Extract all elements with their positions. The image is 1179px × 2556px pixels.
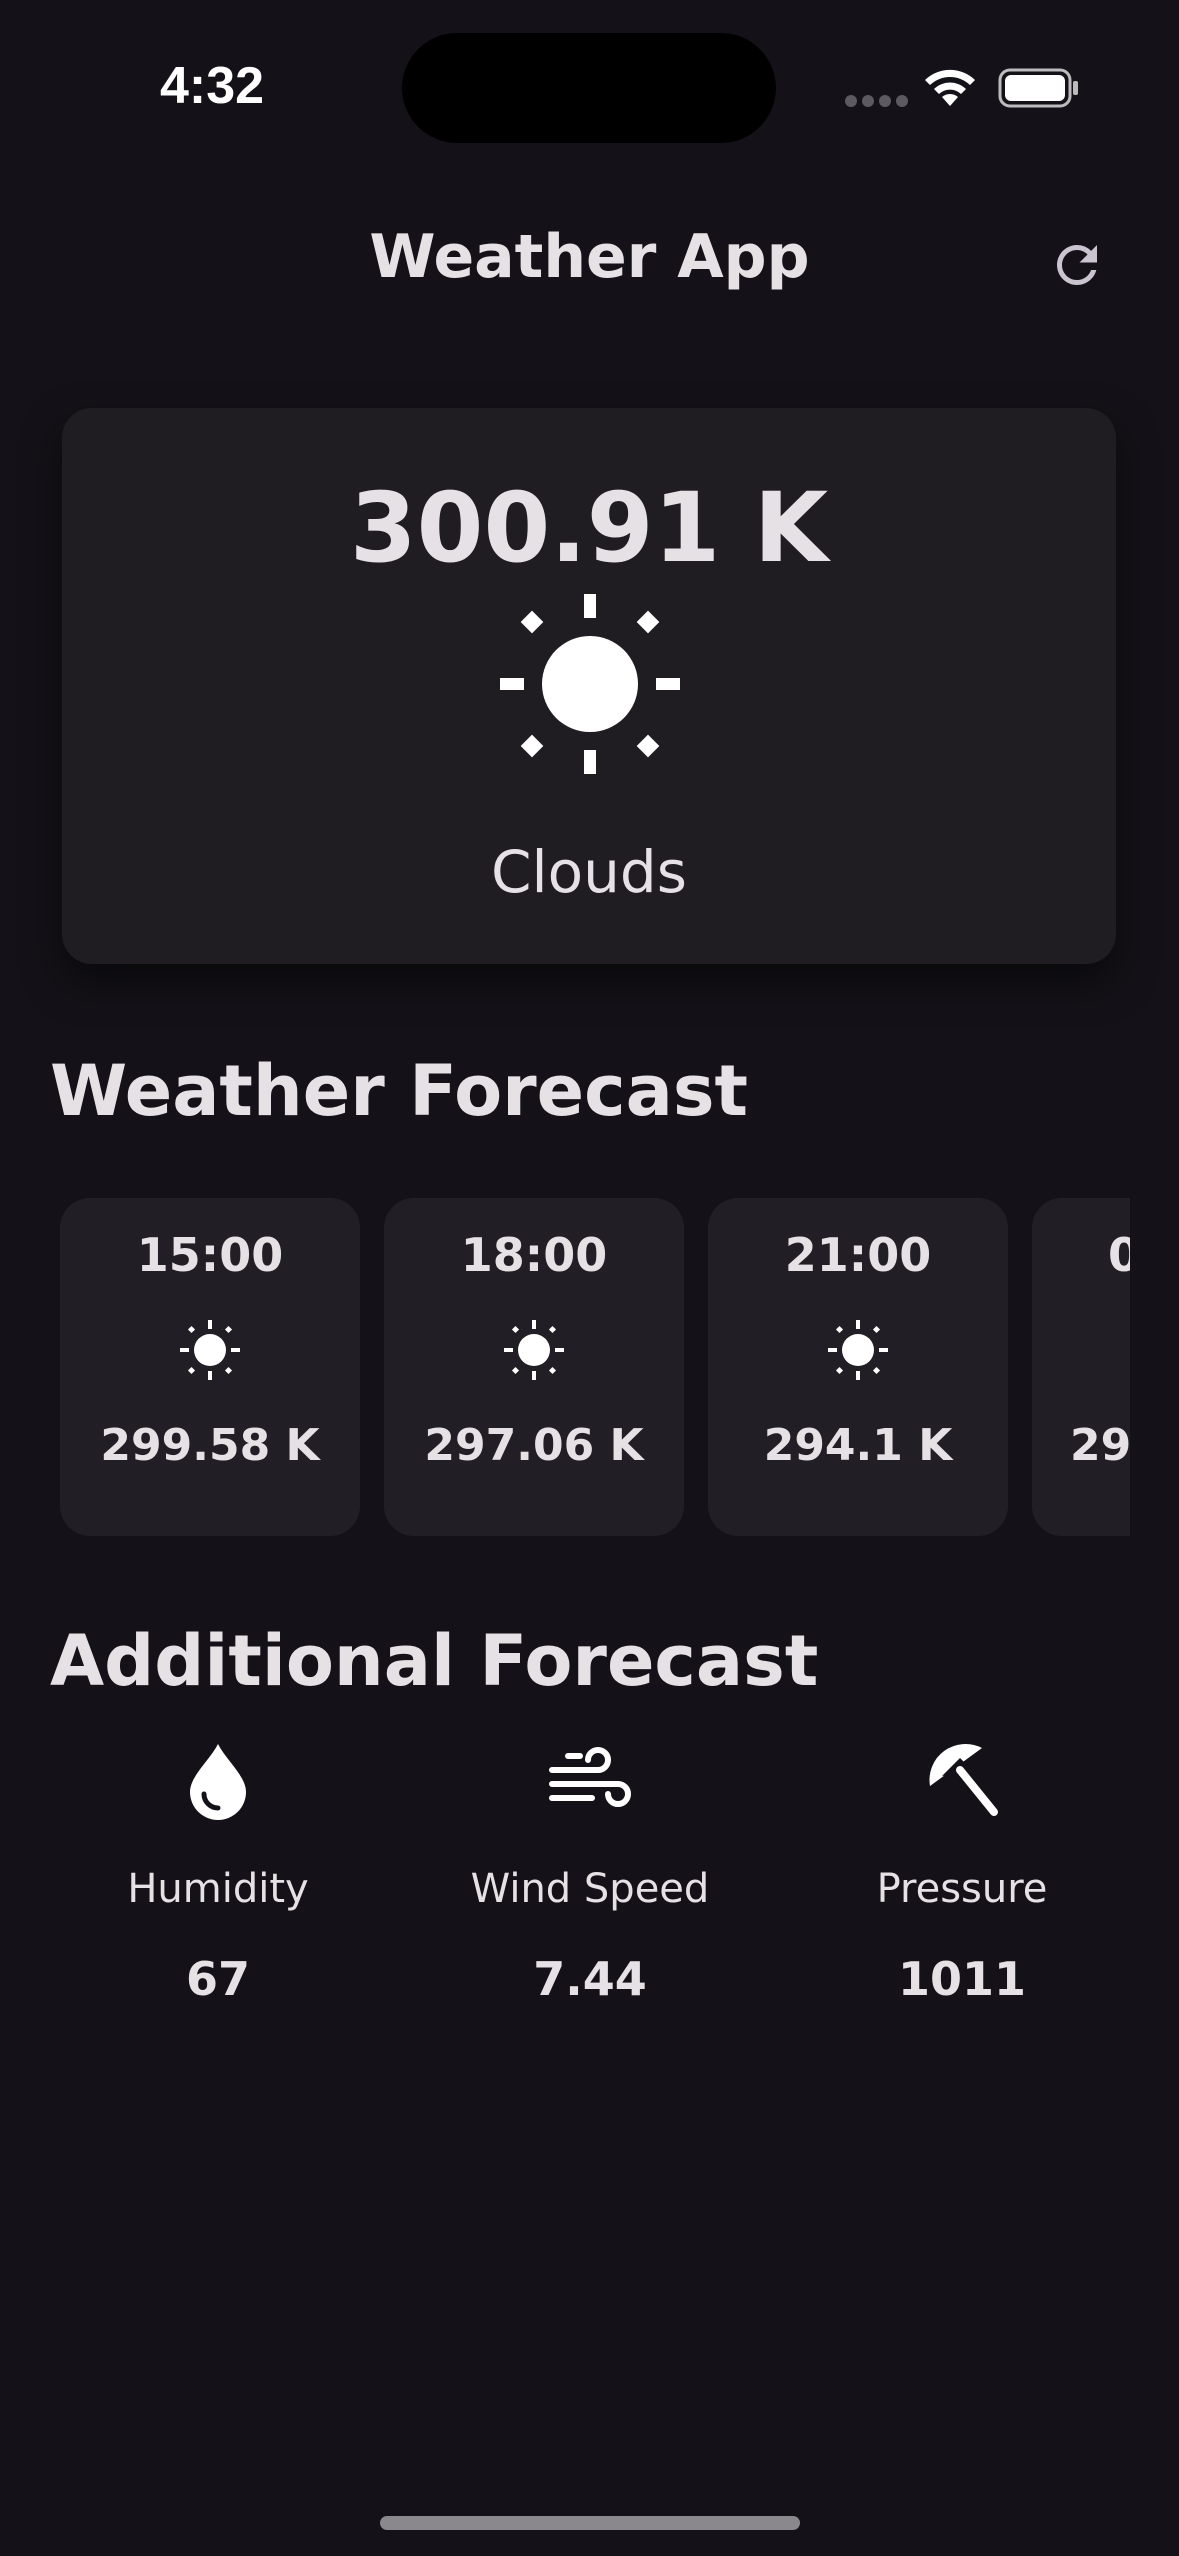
forecast-time: 21:00 xyxy=(784,1228,932,1282)
humidity-label: Humidity xyxy=(127,1866,309,1912)
current-temperature: 300.91 K xyxy=(349,472,829,584)
beach-umbrella-icon xyxy=(929,1743,998,1816)
refresh-button[interactable] xyxy=(1040,228,1114,302)
cellular-icon xyxy=(845,95,908,109)
pressure-item: Pressure 1011 xyxy=(802,1740,1122,2020)
battery-icon xyxy=(998,68,1078,108)
wind-speed-item: Wind Speed 7.44 xyxy=(430,1740,750,2020)
humidity-value: 67 xyxy=(185,1952,250,2006)
pressure-value: 1011 xyxy=(897,1952,1027,2006)
forecast-time: 0 xyxy=(1108,1228,1130,1282)
sun-icon xyxy=(828,1320,888,1380)
forecast-card[interactable]: 21:00 294.1 K xyxy=(708,1198,1008,1536)
wind-speed-value: 7.44 xyxy=(533,1952,647,2006)
additional-heading: Additional Forecast xyxy=(50,1620,819,1702)
forecast-card[interactable]: 0 29 xyxy=(1032,1198,1130,1536)
app-title: Weather App xyxy=(369,222,810,292)
forecast-time: 15:00 xyxy=(136,1228,284,1282)
water-drop-icon xyxy=(190,1744,246,1820)
forecast-card[interactable]: 15:00 299.58 K xyxy=(60,1198,360,1536)
forecast-temperature: 29 xyxy=(1070,1420,1130,1471)
wind-icon xyxy=(549,1747,631,1807)
wifi-icon xyxy=(925,69,975,106)
forecast-list[interactable]: 15:00 299.58 K 18:00 297.06 K 21:00 294.… xyxy=(60,1198,1130,1538)
wind-speed-label: Wind Speed xyxy=(470,1866,710,1912)
home-indicator[interactable] xyxy=(380,2516,800,2530)
refresh-icon xyxy=(1057,245,1097,285)
forecast-heading: Weather Forecast xyxy=(50,1050,749,1132)
sun-icon xyxy=(500,594,680,774)
forecast-temperature: 297.06 K xyxy=(424,1420,644,1471)
humidity-item: Humidity 67 xyxy=(58,1740,378,2020)
current-weather-card: 300.91 K Clouds xyxy=(62,408,1116,964)
sun-icon xyxy=(504,1320,564,1380)
status-time: 4:32 xyxy=(160,57,265,115)
sun-icon xyxy=(180,1320,240,1380)
status-bar: 4:32 xyxy=(0,0,1179,150)
weather-description: Clouds xyxy=(491,838,687,906)
forecast-temperature: 294.1 K xyxy=(763,1420,953,1471)
forecast-card[interactable]: 18:00 297.06 K xyxy=(384,1198,684,1536)
forecast-temperature: 299.58 K xyxy=(100,1420,320,1471)
forecast-time: 18:00 xyxy=(460,1228,608,1282)
dynamic-island xyxy=(402,33,776,143)
pressure-label: Pressure xyxy=(876,1866,1048,1912)
